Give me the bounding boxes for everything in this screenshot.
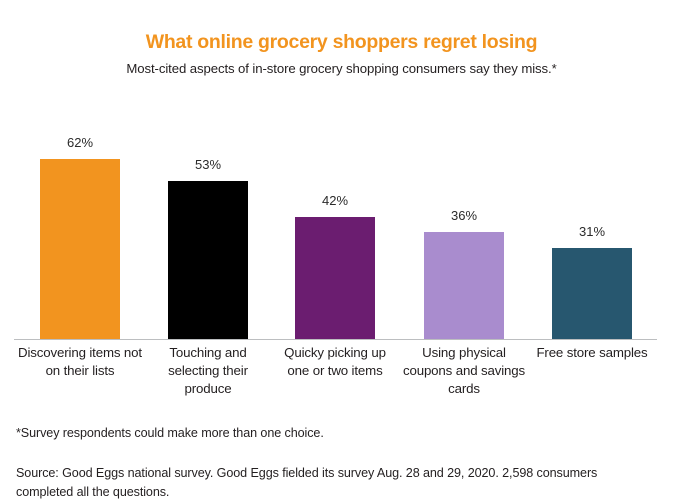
- bar-value-4: 31%: [578, 224, 606, 239]
- bar-value-1: 53%: [194, 157, 222, 172]
- bar-discovering-items-not-on-their-lists[interactable]: [40, 159, 120, 339]
- chart-header: What online grocery shoppers regret losi…: [0, 30, 683, 78]
- bar-free-store-samples[interactable]: [552, 248, 632, 339]
- chart-subtitle: Most-cited aspects of in-store grocery s…: [126, 61, 557, 76]
- bar-group-3: 36%: [424, 130, 504, 339]
- bar-quicky-picking-up-one-or-two-items[interactable]: [295, 217, 375, 339]
- bar-group-2: 42%: [295, 130, 375, 339]
- category-label-4: Free store samples: [536, 345, 648, 360]
- category-label-1: Touching and selecting their produce: [168, 345, 248, 396]
- bar-group-4: 31%: [552, 130, 632, 339]
- bar-value-0: 62%: [66, 135, 94, 150]
- chart-figure: What online grocery shoppers regret losi…: [0, 0, 683, 504]
- bar-using-physical-coupons-and-savings-cards[interactable]: [424, 232, 504, 339]
- x-axis-baseline: [14, 339, 657, 340]
- chart-title: What online grocery shoppers regret losi…: [145, 31, 538, 53]
- chart-footnote: *Survey respondents could make more than…: [16, 426, 324, 440]
- bar-value-2: 42%: [321, 193, 349, 208]
- category-label-0: Discovering items not on their lists: [18, 345, 142, 378]
- plot-area: 62% 53% 42% 36% 31%: [0, 130, 683, 340]
- bar-value-3: 36%: [450, 208, 478, 223]
- bar-group-1: 53%: [168, 130, 248, 339]
- chart-source: Source: Good Eggs national survey. Good …: [16, 466, 598, 499]
- bar-touching-and-selecting-their-produce[interactable]: [168, 181, 248, 339]
- bar-group-0: 62%: [40, 130, 120, 339]
- category-label-3: Using physical coupons and savings cards: [402, 345, 526, 396]
- category-label-2: Quicky picking up one or two items: [284, 345, 386, 378]
- x-axis-category-labels: Discovering items not on their lists Tou…: [0, 344, 683, 404]
